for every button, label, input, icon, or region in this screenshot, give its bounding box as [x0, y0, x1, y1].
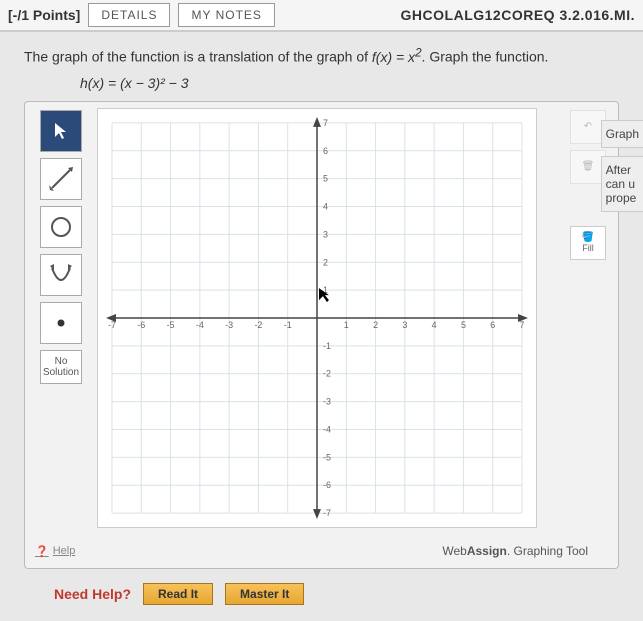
brand-label: WebAssign. Graphing Tool — [442, 544, 588, 558]
svg-text:5: 5 — [323, 173, 328, 183]
prompt-fx: f(x) = x2 — [372, 49, 422, 65]
prompt-text-2: . Graph the function. — [422, 49, 549, 65]
svg-text:-7: -7 — [323, 508, 331, 518]
tool-palette: No Solution — [33, 110, 89, 384]
side-tab-info[interactable]: After can u prope — [601, 156, 643, 212]
fill-icon: 🪣 — [582, 232, 594, 243]
svg-text:-2: -2 — [323, 368, 331, 378]
svg-text:4: 4 — [323, 201, 328, 211]
svg-text:6: 6 — [490, 320, 495, 330]
line-tool[interactable] — [40, 158, 82, 200]
graph-canvas[interactable]: -7-6-5-4-3-2-11234567-7-6-5-4-3-2-112345… — [97, 108, 537, 528]
svg-text:-4: -4 — [196, 320, 204, 330]
svg-text:7: 7 — [323, 118, 328, 128]
fill-button[interactable]: 🪣 Fill — [570, 226, 606, 260]
svg-text:-2: -2 — [254, 320, 262, 330]
help-link[interactable]: ❓ Help — [35, 545, 75, 558]
prompt-text-1: The graph of the function is a translati… — [24, 49, 372, 65]
svg-text:1: 1 — [344, 320, 349, 330]
graphing-panel: No Solution -7 -6 -5 -4 -3 -2 -1 1 2 3 4 5 6 7 -7 -6 -5 -… — [24, 101, 619, 569]
svg-text:5: 5 — [461, 320, 466, 330]
svg-text:2: 2 — [373, 320, 378, 330]
pointer-icon — [51, 121, 71, 141]
question-reference: GHCOLALG12COREQ 3.2.016.MI. — [401, 7, 635, 23]
svg-text:-3: -3 — [323, 396, 331, 406]
fill-label: Fill — [582, 243, 594, 253]
details-button[interactable]: DETAILS — [88, 3, 170, 27]
svg-text:-6: -6 — [323, 480, 331, 490]
point-tool[interactable] — [40, 302, 82, 344]
svg-text:-3: -3 — [225, 320, 233, 330]
side-tab-line2: can u — [606, 177, 639, 191]
side-tabs: Graph After can u prope — [601, 120, 643, 212]
parabola-tool[interactable] — [40, 254, 82, 296]
svg-text:-5: -5 — [323, 452, 331, 462]
brand-part2: Assign — [467, 544, 507, 558]
circle-tool[interactable] — [40, 206, 82, 248]
parabola-icon — [48, 262, 74, 288]
undo-icon: ↶ — [584, 121, 592, 132]
side-tab-line3: prope — [606, 191, 639, 205]
brand-part1: Web — [442, 544, 466, 558]
points-label: [-/1 Points] — [8, 7, 80, 23]
need-help-row: Need Help? Read It Master It — [54, 583, 635, 605]
help-text: Help — [53, 545, 76, 557]
brand-suffix: . Graphing Tool — [507, 544, 588, 558]
pointer-tool[interactable] — [40, 110, 82, 152]
master-it-button[interactable]: Master It — [225, 583, 304, 605]
svg-text:4: 4 — [432, 320, 437, 330]
svg-text:-6: -6 — [137, 320, 145, 330]
question-prompt: The graph of the function is a translati… — [24, 46, 635, 65]
read-it-button[interactable]: Read It — [143, 583, 213, 605]
equation-text: h(x) = (x − 3)² − 3 — [80, 75, 635, 91]
mynotes-button[interactable]: MY NOTES — [178, 3, 274, 27]
need-help-label: Need Help? — [54, 586, 131, 602]
help-icon: ❓ — [35, 545, 49, 558]
svg-text:3: 3 — [323, 229, 328, 239]
svg-text:-1: -1 — [323, 341, 331, 351]
svg-text:-4: -4 — [323, 424, 331, 434]
side-tab-graph[interactable]: Graph — [601, 120, 643, 148]
no-solution-tool[interactable]: No Solution — [40, 350, 82, 384]
svg-text:-1: -1 — [284, 320, 292, 330]
svg-text:-5: -5 — [167, 320, 175, 330]
svg-text:2: 2 — [323, 257, 328, 267]
side-tab-line1: After — [606, 163, 639, 177]
svg-text:6: 6 — [323, 145, 328, 155]
svg-text:-7: -7 — [108, 320, 116, 330]
line-icon — [48, 166, 74, 192]
svg-text:7: 7 — [520, 320, 525, 330]
circle-icon — [48, 214, 74, 240]
trash-icon: 🗑 — [582, 161, 595, 172]
svg-text:3: 3 — [402, 320, 407, 330]
point-icon — [48, 310, 74, 336]
